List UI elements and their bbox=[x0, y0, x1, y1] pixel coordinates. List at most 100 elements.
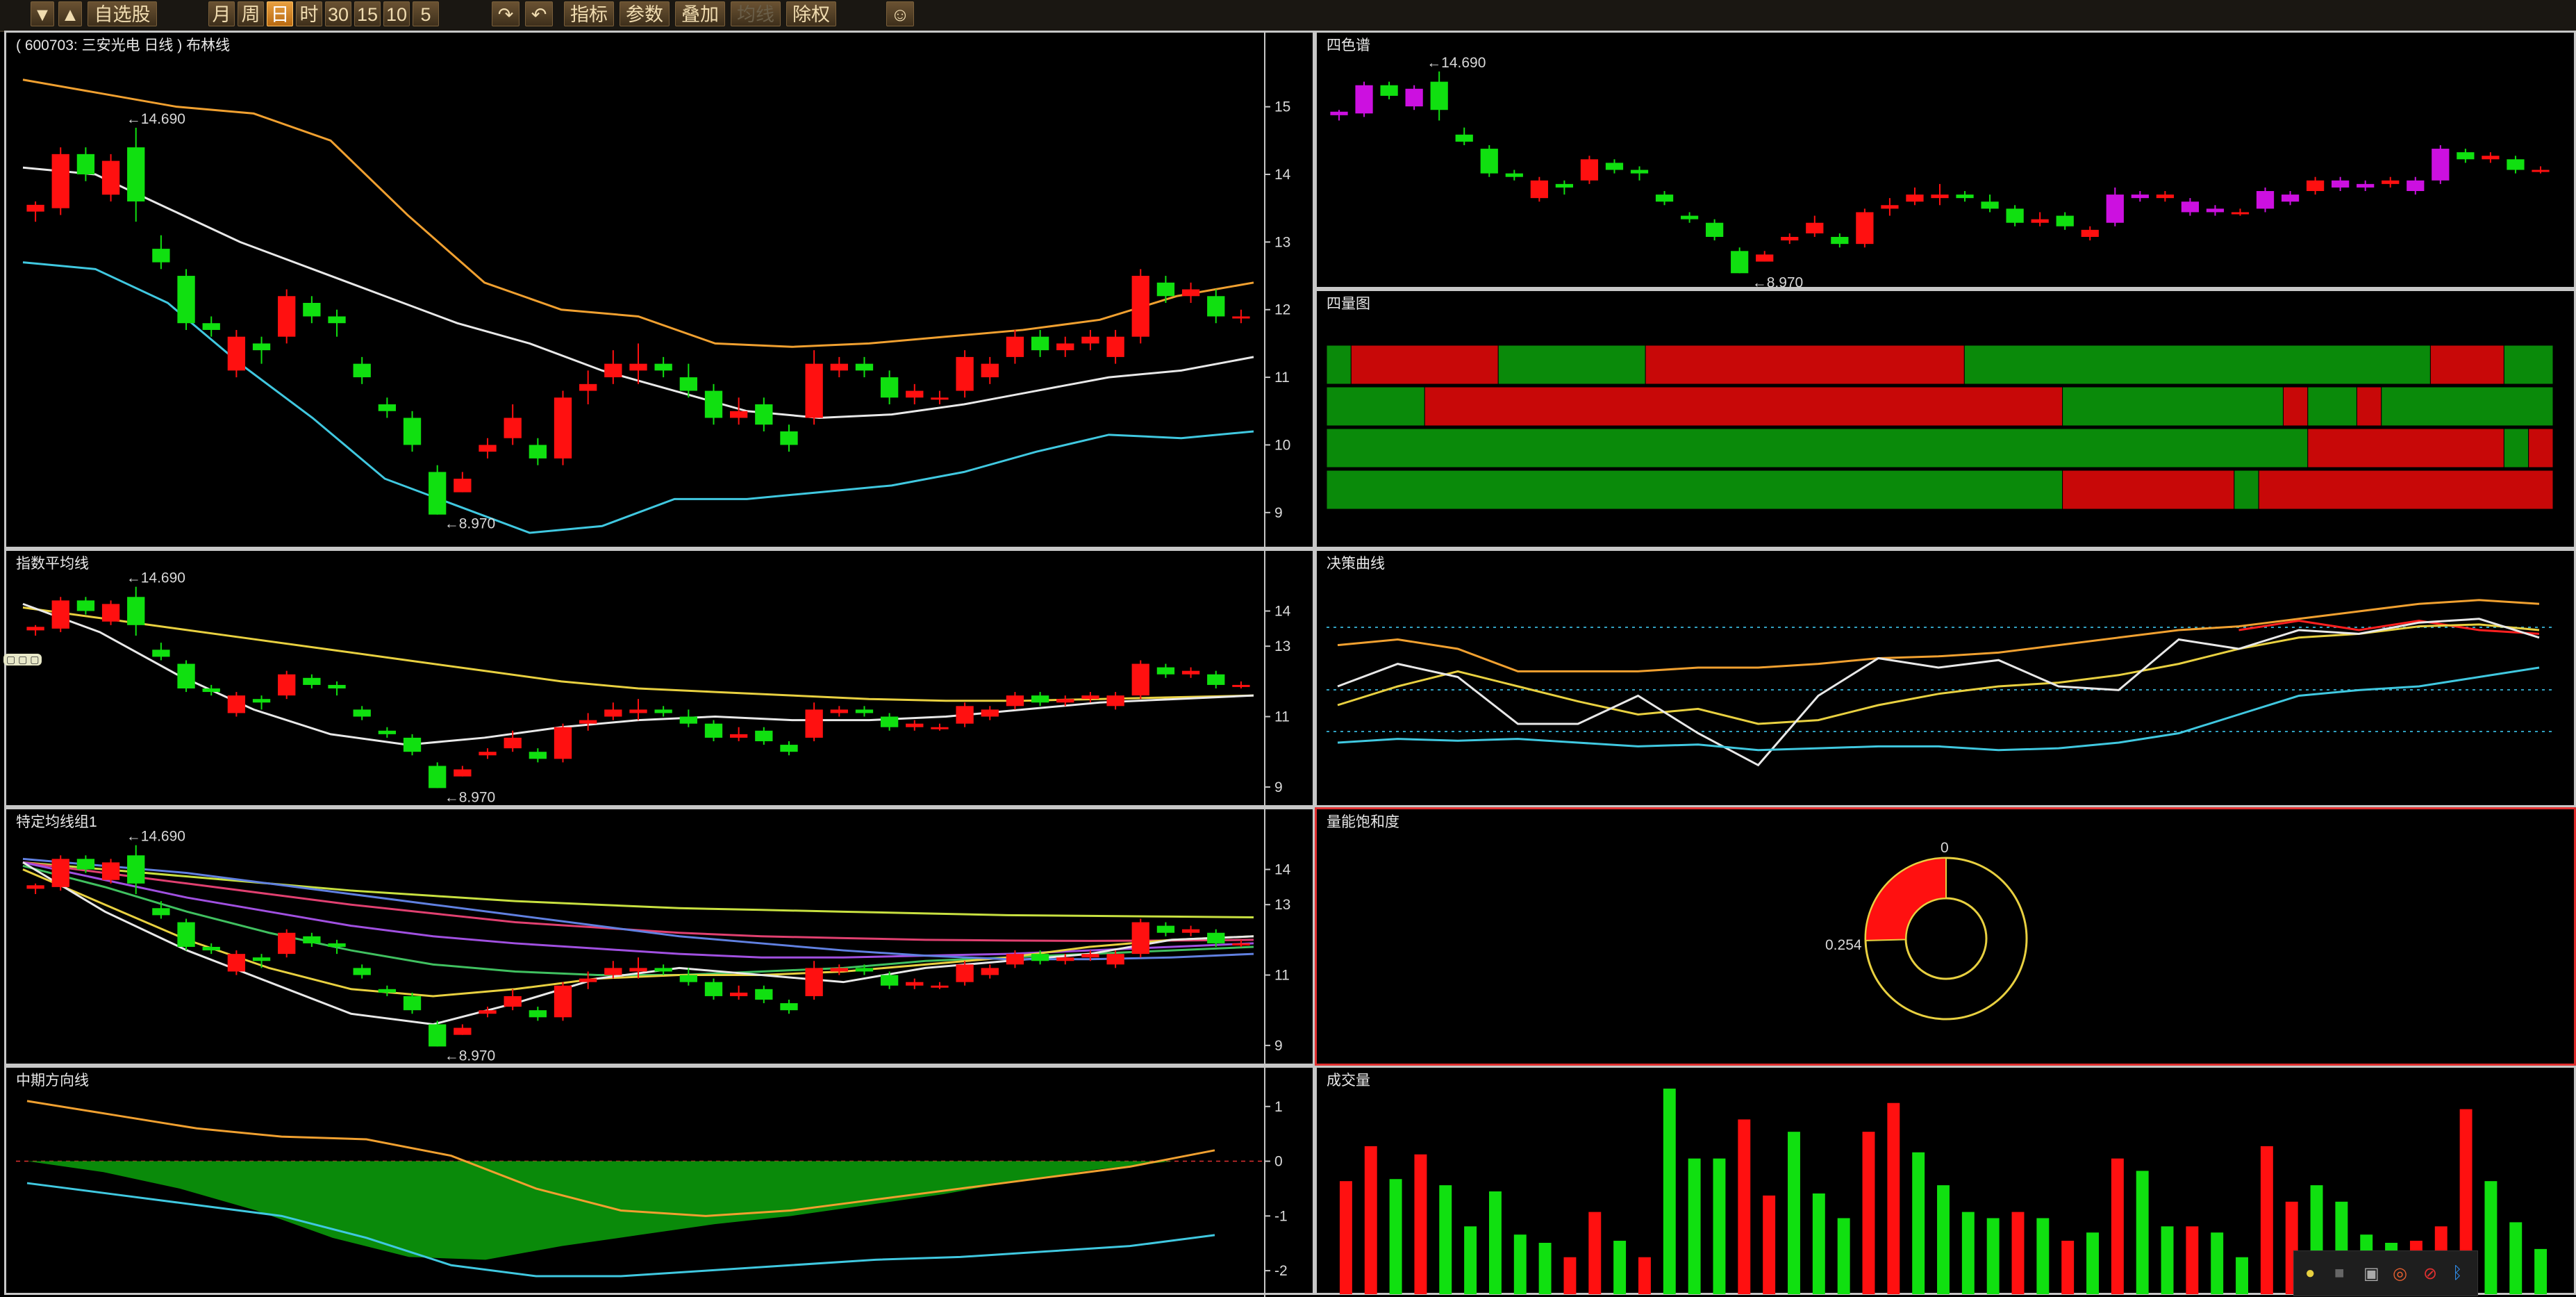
period-15-button[interactable]: 15 bbox=[354, 1, 381, 26]
spectrum-body bbox=[2106, 195, 2124, 223]
candle-body bbox=[51, 859, 69, 887]
period-30-button[interactable]: 30 bbox=[325, 1, 351, 26]
candle-body bbox=[780, 431, 798, 445]
candle-body bbox=[403, 737, 422, 752]
axis-tick-label: 0 bbox=[1274, 1154, 1283, 1170]
candle-body bbox=[1106, 695, 1124, 707]
down-arrow-button[interactable]: ▼ bbox=[31, 1, 54, 26]
candle-body bbox=[51, 154, 69, 208]
candle-body bbox=[981, 968, 999, 975]
quadrant-segment bbox=[2258, 470, 2554, 510]
ma-250-line bbox=[22, 857, 1254, 961]
spectrum-body bbox=[1505, 173, 1523, 177]
candle-body bbox=[51, 600, 69, 629]
candle-body bbox=[479, 1010, 497, 1014]
lock-icon[interactable]: ▣ bbox=[2363, 1264, 2379, 1284]
candle-body bbox=[1056, 957, 1074, 961]
volume-bar bbox=[1788, 1132, 1800, 1294]
four-quadrant-panel[interactable]: 四量图 bbox=[1315, 289, 2576, 549]
candle-body bbox=[1131, 276, 1149, 337]
period-hour-button[interactable]: 时 bbox=[296, 1, 322, 26]
volume-bar bbox=[2161, 1226, 2174, 1294]
indicator-button[interactable]: 指标 bbox=[564, 1, 614, 26]
period-5-button[interactable]: 5 bbox=[413, 1, 439, 26]
candle-body bbox=[1181, 670, 1200, 675]
volume-bar bbox=[2186, 1226, 2199, 1294]
axis-tick-label: -2 bbox=[1274, 1263, 1288, 1279]
undo-arrow-icon[interactable]: ↶ bbox=[525, 1, 553, 26]
candle-body bbox=[755, 730, 773, 741]
volume-bar bbox=[1986, 1218, 2000, 1294]
up-arrow-button[interactable]: ▲ bbox=[58, 1, 82, 26]
bollinger-panel[interactable]: ( 600703: 三安光电 日线 ) 布林线 15 14 13 12 11 10 9 ←14… bbox=[4, 31, 1315, 551]
volume-bar bbox=[1688, 1158, 1701, 1294]
candle-body bbox=[755, 989, 773, 1000]
params-button[interactable]: 参数 bbox=[620, 1, 670, 26]
candle-body bbox=[303, 677, 321, 685]
candle-body bbox=[906, 982, 924, 986]
quadrant-segment bbox=[2062, 386, 2284, 427]
candle-body bbox=[403, 418, 422, 445]
decision-yellow-line bbox=[1337, 623, 2540, 725]
candle-body bbox=[252, 699, 271, 703]
candle-body bbox=[780, 745, 798, 752]
saturation-panel[interactable]: 量能饱和度 0 0.254 bbox=[1315, 807, 2576, 1066]
axis-tick-label: 14 bbox=[1274, 167, 1291, 183]
volume-bar bbox=[1563, 1257, 1577, 1294]
eye-icon[interactable]: ◎ bbox=[2393, 1264, 2407, 1284]
candle-body bbox=[403, 996, 422, 1011]
period-week-button[interactable]: 周 bbox=[238, 1, 264, 26]
exright-button[interactable]: 除权 bbox=[786, 1, 836, 26]
special-ma-panel[interactable]: 特定均线组1 14 13 11 9 ←14.690 ←8.970 bbox=[4, 807, 1315, 1068]
bluetooth-icon[interactable]: ᛒ bbox=[2452, 1264, 2462, 1283]
period-10-button[interactable]: 10 bbox=[383, 1, 410, 26]
spectrum-body bbox=[1881, 205, 1899, 209]
ema-panel[interactable]: 指数平均线 ▢ ▢ ▢ 14 13 11 9 ←14.690 ←8.970 bbox=[3, 549, 1315, 809]
volume-bar bbox=[1613, 1241, 1627, 1294]
four-color-panel[interactable]: 四色谱 ←14.690 ←8.970 bbox=[1315, 31, 2576, 290]
candle-body bbox=[1207, 674, 1225, 685]
volume-bar bbox=[1663, 1089, 1676, 1294]
spectrum-body bbox=[2507, 159, 2525, 170]
candle-body bbox=[177, 922, 195, 947]
upper-band-line bbox=[22, 79, 1254, 348]
ma-button[interactable]: 均线 bbox=[731, 1, 781, 26]
watchlist-button[interactable]: 自选股 bbox=[88, 1, 157, 26]
mid-direction-panel[interactable]: 中期方向线 1 0 -1 -2 bbox=[4, 1066, 1315, 1297]
saturation-value-label: 0.254 bbox=[1825, 937, 1862, 953]
period-day-button[interactable]: 日 bbox=[267, 1, 293, 26]
candle-body bbox=[704, 390, 723, 418]
volume-bar bbox=[1713, 1158, 1726, 1294]
period-month-button[interactable]: 月 bbox=[208, 1, 235, 26]
volume-bar bbox=[1513, 1234, 1527, 1294]
gray-icon[interactable]: ■ bbox=[2334, 1264, 2345, 1283]
candle-body bbox=[378, 989, 397, 993]
spectrum-body bbox=[2332, 180, 2350, 188]
yellow-circle-icon[interactable]: ● bbox=[2305, 1264, 2316, 1283]
candle-body bbox=[101, 160, 120, 195]
back-arrow-icon[interactable]: ↷ bbox=[492, 1, 520, 26]
axis-tick-label: 14 bbox=[1274, 604, 1291, 620]
spectrum-body bbox=[2056, 215, 2074, 226]
overlay-button[interactable]: 叠加 bbox=[675, 1, 725, 26]
volume-bar bbox=[2036, 1218, 2050, 1294]
spectrum-body bbox=[2281, 195, 2300, 202]
quadrant-segment bbox=[2503, 428, 2529, 468]
axis-tick-label: 9 bbox=[1274, 1038, 1283, 1054]
candle-body bbox=[328, 684, 346, 688]
decision-panel[interactable]: 决策曲线 bbox=[1315, 549, 2576, 807]
candle-body bbox=[704, 982, 723, 996]
spectrum-body bbox=[2156, 195, 2174, 199]
volume-bar bbox=[1912, 1152, 1925, 1294]
avatar-face-icon[interactable]: ☺ bbox=[886, 1, 914, 26]
candle-body bbox=[529, 445, 547, 459]
red-slash-icon[interactable]: ⊘ bbox=[2423, 1264, 2437, 1284]
candle-body bbox=[252, 957, 271, 961]
volume-bar bbox=[1937, 1185, 1950, 1294]
candle-body bbox=[1031, 336, 1049, 351]
quadrant-segment bbox=[1645, 345, 1965, 385]
spectrum-body bbox=[2181, 201, 2200, 213]
axis-tick-label: 10 bbox=[1274, 437, 1290, 453]
candle-body bbox=[1131, 663, 1149, 696]
candle-body bbox=[579, 978, 597, 982]
